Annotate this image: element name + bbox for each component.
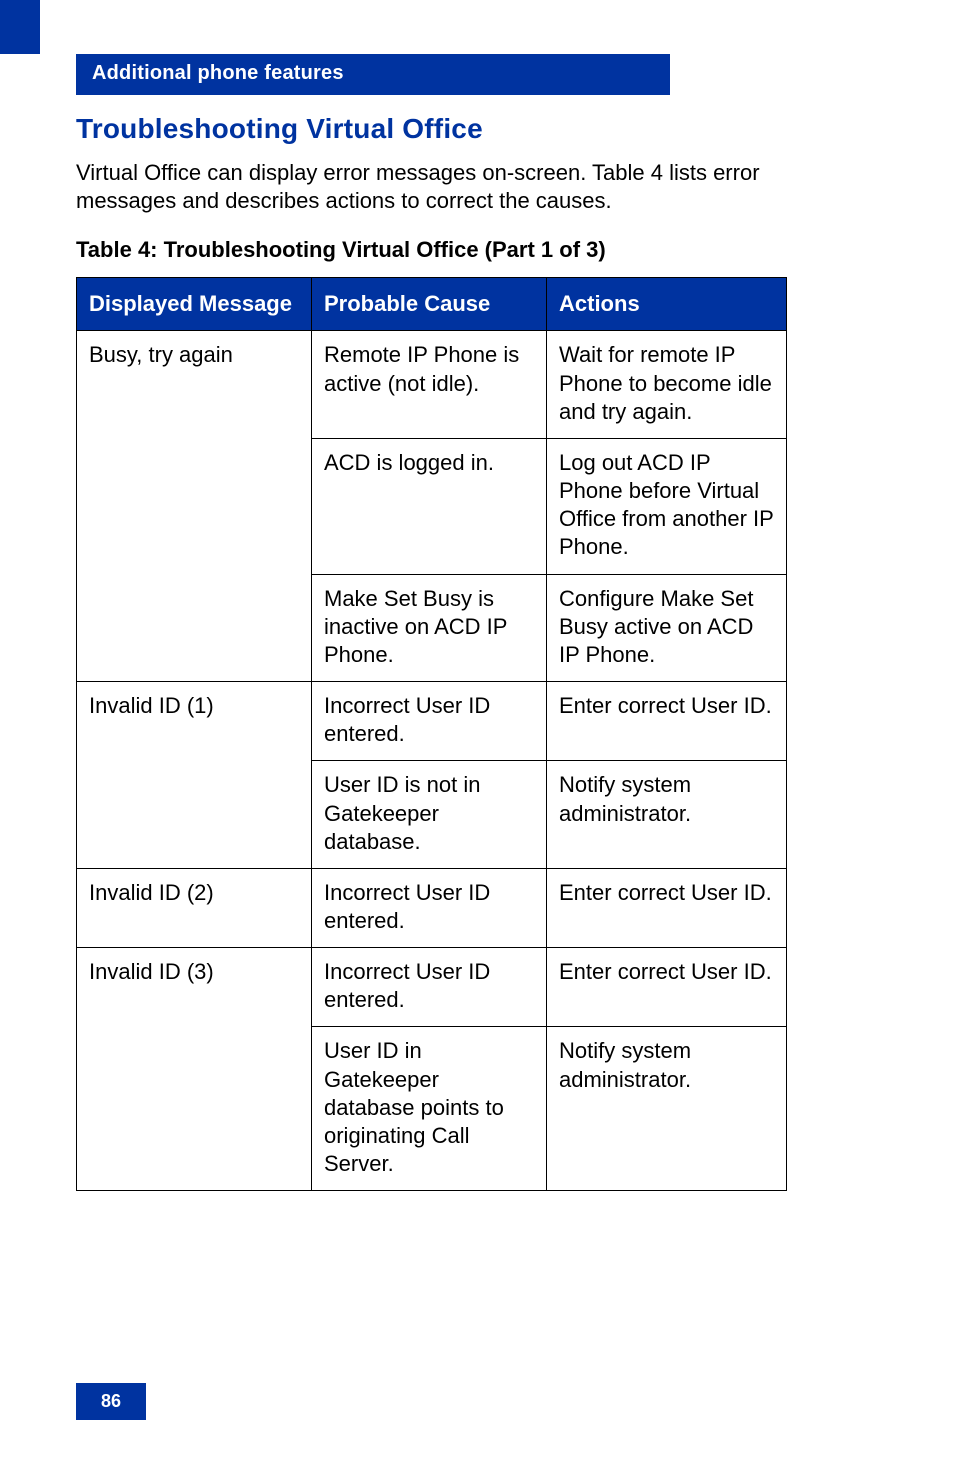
cell-actions: Enter correct User ID. bbox=[547, 868, 787, 947]
table-header-row: Displayed Message Probable Cause Actions bbox=[77, 278, 787, 331]
cell-actions: Notify system administrator. bbox=[547, 761, 787, 868]
cell-displayed-message: Invalid ID (1) bbox=[77, 682, 312, 869]
decorative-left-bar bbox=[0, 0, 40, 54]
cell-actions: Notify system administrator. bbox=[547, 1027, 787, 1191]
section-header: Additional phone features bbox=[76, 54, 670, 95]
cell-probable-cause: Incorrect User ID entered. bbox=[312, 948, 547, 1027]
page-heading: Troubleshooting Virtual Office bbox=[76, 113, 786, 145]
cell-probable-cause: Remote IP Phone is active (not idle). bbox=[312, 331, 547, 438]
table-row: Invalid ID (1) Incorrect User ID entered… bbox=[77, 682, 787, 761]
document-page: Additional phone features Troubleshootin… bbox=[0, 0, 954, 1475]
cell-actions: Enter correct User ID. bbox=[547, 682, 787, 761]
col-header-probable-cause: Probable Cause bbox=[312, 278, 547, 331]
intro-paragraph: Virtual Office can display error message… bbox=[76, 159, 786, 215]
cell-displayed-message: Busy, try again bbox=[77, 331, 312, 682]
cell-probable-cause: User ID in Gatekeeper database points to… bbox=[312, 1027, 547, 1191]
cell-probable-cause: Make Set Busy is inactive on ACD IP Phon… bbox=[312, 574, 547, 681]
cell-actions: Configure Make Set Busy active on ACD IP… bbox=[547, 574, 787, 681]
page-number: 86 bbox=[76, 1383, 146, 1420]
cell-actions: Enter correct User ID. bbox=[547, 948, 787, 1027]
table-caption: Table 4: Troubleshooting Virtual Office … bbox=[76, 237, 786, 263]
table-row: Invalid ID (2) Incorrect User ID entered… bbox=[77, 868, 787, 947]
cell-probable-cause: Incorrect User ID entered. bbox=[312, 868, 547, 947]
cell-probable-cause: Incorrect User ID entered. bbox=[312, 682, 547, 761]
content-area: Troubleshooting Virtual Office Virtual O… bbox=[76, 113, 786, 1191]
col-header-actions: Actions bbox=[547, 278, 787, 331]
cell-displayed-message: Invalid ID (2) bbox=[77, 868, 312, 947]
cell-probable-cause: User ID is not in Gatekeeper database. bbox=[312, 761, 547, 868]
cell-actions: Log out ACD IP Phone before Virtual Offi… bbox=[547, 438, 787, 574]
troubleshooting-table: Displayed Message Probable Cause Actions… bbox=[76, 277, 787, 1191]
cell-actions: Wait for remote IP Phone to become idle … bbox=[547, 331, 787, 438]
cell-probable-cause: ACD is logged in. bbox=[312, 438, 547, 574]
table-row: Invalid ID (3) Incorrect User ID entered… bbox=[77, 948, 787, 1027]
cell-displayed-message: Invalid ID (3) bbox=[77, 948, 312, 1191]
table-row: Busy, try again Remote IP Phone is activ… bbox=[77, 331, 787, 438]
col-header-displayed-message: Displayed Message bbox=[77, 278, 312, 331]
